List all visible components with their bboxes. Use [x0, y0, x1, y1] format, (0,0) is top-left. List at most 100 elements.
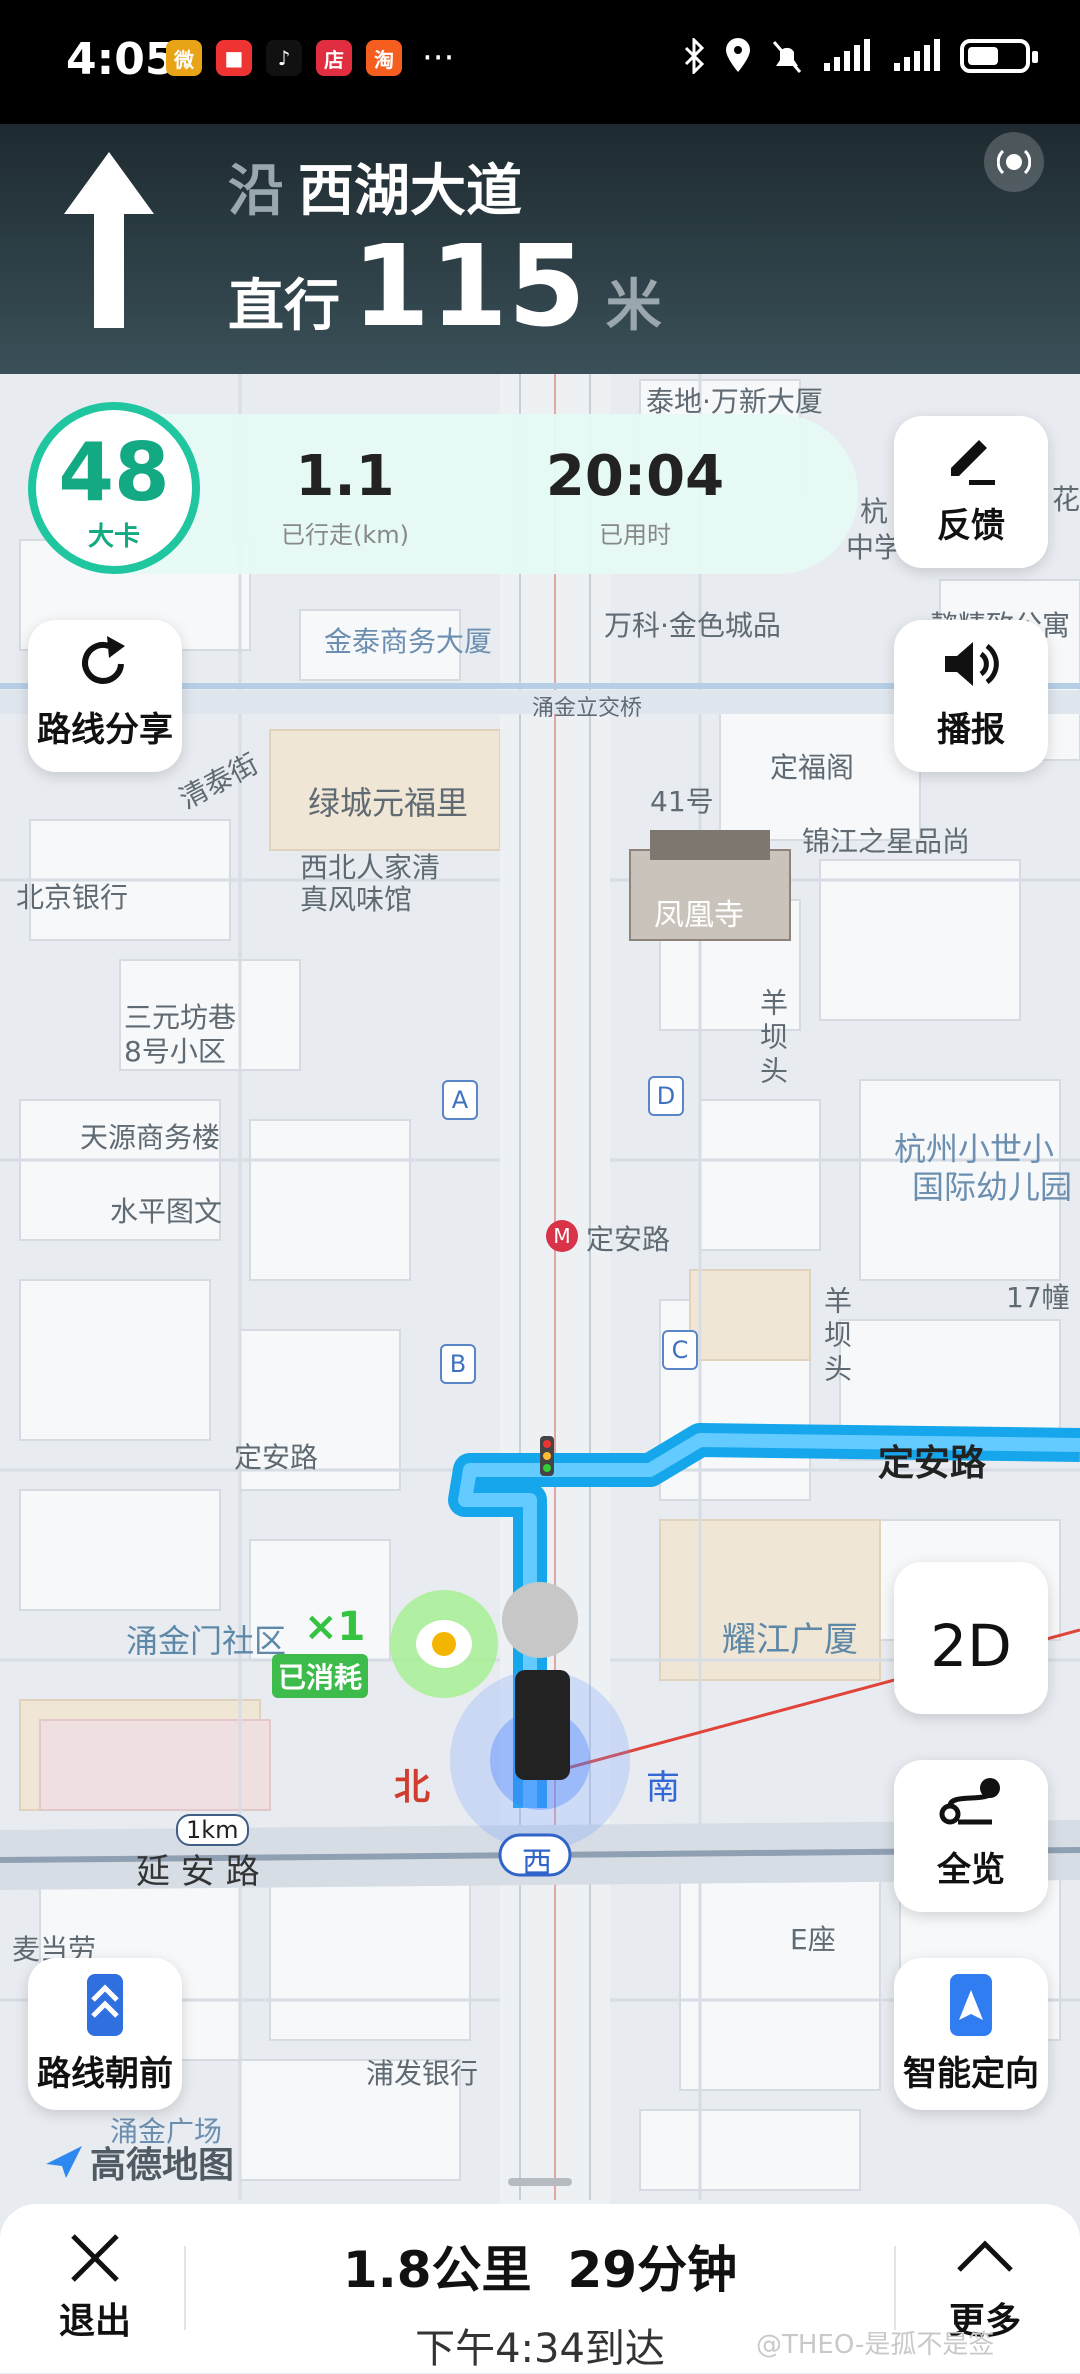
map-label-yongjin-bridge: 涌金立交桥 — [532, 696, 643, 721]
map-label-lvcheng: 绿城元福里 — [308, 784, 469, 822]
smart-orient-label: 智能定向 — [903, 2054, 1039, 2094]
voice-toggle-button[interactable] — [984, 132, 1044, 192]
weibo-icon: 微 — [166, 40, 202, 76]
svg-text:M: M — [553, 1224, 570, 1248]
road-instruction: 沿西湖大道 — [228, 146, 522, 227]
map-label-yangba-2: 羊坝头 — [820, 1286, 853, 1388]
map-label-yongjinmen: 涌金门社区 — [126, 1622, 287, 1660]
overview-label: 全览 — [937, 1850, 1005, 1890]
road-prefix: 沿 — [228, 159, 284, 224]
compass-south: 南 — [646, 1768, 680, 1808]
badge-status: 已消耗 — [272, 1654, 369, 1698]
nav-distance: 115 — [352, 222, 586, 352]
signal-icon-1 — [824, 39, 870, 71]
share-route-button[interactable]: 路线分享 — [28, 620, 182, 772]
remaining-time: 29分钟 — [567, 2241, 738, 2299]
route-up-icon — [87, 1974, 123, 2036]
route-overview-icon — [939, 1778, 1000, 1825]
chevron-up-icon — [957, 2240, 1013, 2272]
tiktok-icon: ♪ — [266, 40, 302, 76]
compass-west: 西 — [522, 1846, 552, 1881]
edit-icon — [951, 440, 995, 485]
metro-entrance-d: D — [648, 1076, 684, 1116]
map-label-bldg17: 17幢 — [1006, 1281, 1070, 1314]
amap-logo-icon — [46, 2146, 82, 2178]
share-route-label: 路线分享 — [37, 710, 173, 750]
location-icon — [726, 38, 750, 72]
map-label-dingan-left: 定安路 — [234, 1441, 319, 1474]
map-label-northwest-2: 真风味馆 — [300, 883, 413, 916]
metro-entrance-c: C — [662, 1330, 698, 1370]
speed-limit-label: 大卡 — [87, 522, 140, 552]
red-app-icon: ■ — [216, 40, 252, 76]
map-label-tianyuan: 天源商务楼 — [80, 1121, 221, 1154]
signal-icon-2 — [894, 39, 940, 71]
metro-entrance-a: A — [442, 1080, 478, 1120]
broadcast-button[interactable]: 播报 — [894, 620, 1048, 772]
road-name: 西湖大道 — [298, 159, 522, 224]
phone-orient-icon — [950, 1974, 992, 2036]
broadcast-label: 播报 — [937, 710, 1005, 750]
traveled-label: 已行走(km) — [280, 521, 409, 549]
store-icon: 店 — [316, 40, 352, 76]
map-label-jinjiang: 锦江之星品尚 — [802, 825, 971, 858]
nav-action: 直行 — [228, 274, 340, 339]
map-label-fenghuang: 凤凰寺 — [654, 898, 744, 933]
speed-limit-value: 48 — [58, 426, 170, 519]
map-label-vanke: 万科·金色城品 — [604, 609, 781, 642]
divider-right — [894, 2246, 896, 2330]
map-label-spd-bank: 浦发银行 — [366, 2057, 479, 2090]
share-icon — [82, 636, 125, 684]
status-app-icons: 微 ■ ♪ 店 淘 ··· — [166, 40, 454, 76]
map-label-flower: 花 — [1052, 483, 1080, 516]
map-label-no41: 41号 — [650, 785, 714, 818]
speaker-icon — [997, 149, 1031, 175]
status-bar: 4:05 微 ■ ♪ 店 淘 ··· — [0, 0, 1080, 124]
bluetooth-icon — [684, 38, 705, 74]
route-up-label: 路线朝前 — [37, 2054, 173, 2094]
map-label-bj-bank: 北京银行 — [16, 881, 129, 914]
map-label-shuiping: 水平图文 — [110, 1195, 223, 1228]
map-label-yangba: 羊坝头 — [756, 988, 789, 1090]
straight-arrow-icon — [64, 152, 154, 328]
map-label-e-block: E座 — [790, 1923, 836, 1956]
more-notifications-icon: ··· — [422, 38, 455, 78]
metro-entrance-b: B — [440, 1344, 476, 1384]
mute-icon — [772, 41, 802, 73]
speaker-icon — [945, 642, 999, 686]
map-label-hangzhou: 杭 — [860, 495, 889, 528]
status-time: 4:05 — [66, 34, 176, 85]
divider-left — [184, 2246, 186, 2330]
traveled-stat: 1.1 已行走(km) — [260, 444, 430, 550]
elapsed-stat: 20:04 已用时 — [530, 444, 740, 550]
distance-instruction: 直行 115 米 — [228, 222, 662, 352]
taobao-icon: 淘 — [366, 40, 402, 76]
feedback-button[interactable]: 反馈 — [894, 416, 1048, 568]
battery-icon — [960, 39, 1038, 73]
map-label-dingfu: 定福阁 — [770, 751, 855, 784]
amap-logo: 高德地图 — [44, 2136, 234, 2188]
smart-orient-button[interactable]: 智能定向 — [894, 1958, 1048, 2110]
navigation-header: 沿西湖大道 直行 115 米 — [0, 124, 1080, 374]
metro-icon: M — [546, 1220, 578, 1252]
view-2d-button[interactable]: 2D — [894, 1562, 1048, 1714]
compass-north: 北 — [394, 1767, 431, 1808]
watermark: @THEO-是孤不是签 — [756, 2330, 995, 2360]
elapsed-label: 已用时 — [599, 521, 671, 549]
speed-limit-dial: 48 大卡 — [28, 402, 200, 574]
badge-count: ×1 — [304, 1604, 366, 1650]
map-label-yanan-road: 延 安 路 — [136, 1852, 260, 1892]
map-scale: 1km — [176, 1814, 249, 1846]
elapsed-value: 20:04 — [545, 444, 725, 509]
overview-button[interactable]: 全览 — [894, 1760, 1048, 1912]
route-up-button[interactable]: 路线朝前 — [28, 1958, 182, 2110]
drag-handle[interactable] — [508, 2178, 572, 2186]
remaining-distance: 1.8公里 — [342, 2241, 532, 2299]
map-label-dingan-route: 定安路 — [878, 1443, 987, 1484]
view-2d-label: 2D — [930, 1612, 1012, 1680]
map-label-dingan-metro: 定安路 — [586, 1223, 671, 1256]
map-label-kinder-2: 国际幼儿园 — [912, 1168, 1073, 1206]
map-label-sanyuan-2: 8号小区 — [124, 1035, 226, 1068]
traveled-value: 1.1 — [295, 444, 395, 509]
feedback-label: 反馈 — [937, 506, 1005, 546]
